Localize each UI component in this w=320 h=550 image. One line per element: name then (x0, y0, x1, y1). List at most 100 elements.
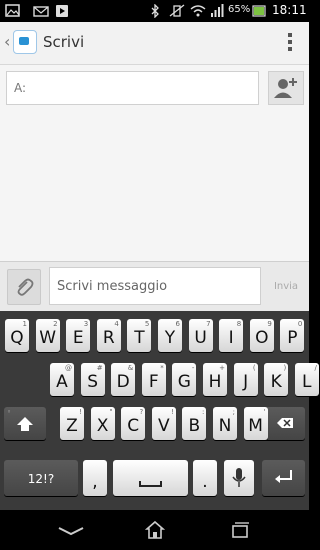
key-alt-label: 4 (114, 320, 119, 328)
key-alt-label: 9 (267, 320, 272, 328)
key-label: Y (164, 328, 176, 348)
period-key[interactable]: . (193, 460, 217, 496)
key-label: D (116, 372, 130, 392)
key-alt-label: ? (139, 408, 144, 416)
key-label: A (56, 372, 68, 392)
key-label: K (270, 372, 282, 392)
backspace-icon (277, 418, 293, 428)
backspace-key[interactable] (263, 407, 305, 440)
key-i[interactable]: 8I (219, 319, 244, 352)
space-key[interactable] (113, 460, 188, 496)
key-b[interactable]: :B (182, 407, 207, 440)
key-label: O (255, 328, 269, 348)
message-area: A: (0, 65, 309, 261)
attach-button[interactable] (7, 269, 41, 305)
key-x[interactable]: " X (90, 407, 115, 440)
back-icon[interactable] (57, 526, 85, 536)
messaging-app-icon[interactable] (13, 30, 37, 54)
symbols-key[interactable]: 12!? (4, 460, 78, 496)
microphone-key[interactable] (224, 460, 254, 496)
key-alt-label: 5 (144, 320, 150, 328)
key-alt-label: ( (252, 364, 256, 372)
key-label: C (127, 416, 140, 436)
add-contact-button[interactable] (268, 71, 304, 105)
key-o[interactable]: 9O (249, 319, 274, 352)
battery-percent: 65% (228, 4, 251, 15)
key-j[interactable]: (J (233, 363, 258, 396)
key-y[interactable]: 6Y (158, 319, 182, 352)
signal-icon (211, 4, 224, 17)
wifi-icon (190, 5, 206, 17)
key-c[interactable]: ? C (121, 407, 146, 440)
key-a[interactable]: @ A (50, 363, 74, 396)
key-label: Q (10, 328, 24, 348)
key-v[interactable]: ! V (151, 407, 176, 440)
key-alt-label: 3 (83, 320, 89, 328)
play-store-icon (56, 5, 68, 17)
key-label: W (39, 328, 56, 348)
key-label: P (287, 328, 298, 348)
comma-key[interactable]: , (83, 460, 107, 496)
key-label: I (228, 328, 234, 348)
key-alt-label: 1 (22, 320, 27, 328)
enter-key[interactable] (262, 460, 305, 496)
key-alt-label: - (191, 364, 195, 372)
key-alt-label: ) (283, 364, 287, 372)
key-k[interactable]: ) K (264, 363, 289, 396)
key-z[interactable]: ! Z (60, 407, 84, 440)
key-alt-label: ! (170, 408, 174, 416)
key-f[interactable]: * F (141, 363, 166, 396)
key-t[interactable]: 5T (127, 319, 152, 352)
key-q[interactable]: 1Q (5, 319, 29, 352)
add-contact-icon (274, 78, 297, 98)
enter-icon (275, 470, 292, 483)
key-label: M (248, 416, 263, 436)
key-r[interactable]: 4R (96, 319, 121, 352)
key-alt-label: * (160, 364, 164, 372)
app-bar: ‹ Scrivi (0, 22, 309, 65)
key-m[interactable]: ' M (243, 407, 268, 440)
key-alt-label: : (202, 408, 205, 416)
key-alt-label: ! (79, 408, 82, 416)
key-alt-label: 7 (206, 320, 211, 328)
key-label: J (243, 372, 249, 392)
key-label: E (72, 328, 84, 348)
key-p[interactable]: 0P (280, 319, 305, 352)
key-h[interactable]: + H (203, 363, 227, 396)
microphone-icon (232, 468, 246, 487)
key-label: G (177, 372, 191, 392)
key-label: N (218, 416, 232, 436)
overflow-menu-icon[interactable] (288, 33, 292, 54)
send-button[interactable]: Invia (268, 269, 304, 305)
key-label: V (157, 416, 170, 436)
key-label: H (208, 372, 222, 392)
key-alt-label: & (127, 364, 134, 372)
key-label: B (188, 416, 201, 436)
recipient-placeholder: A: (14, 81, 27, 95)
key-l[interactable]: / L (294, 363, 319, 396)
bluetooth-icon (151, 4, 159, 18)
key-w[interactable]: 2W (35, 319, 60, 352)
home-icon[interactable] (145, 520, 165, 540)
key-e[interactable]: 3E (66, 319, 91, 352)
key-n[interactable]: ; N (213, 407, 237, 440)
key-d[interactable]: & D (111, 363, 136, 396)
recent-apps-icon[interactable] (230, 521, 250, 539)
message-input[interactable]: Scrivi messaggio (49, 267, 261, 305)
key-g[interactable]: -G (172, 363, 197, 396)
battery-icon (252, 5, 266, 17)
page-title: Scrivi (43, 33, 85, 51)
key-label: F (148, 372, 159, 392)
key-u[interactable]: 7U (188, 319, 213, 352)
up-chevron-icon[interactable]: ‹ (4, 32, 10, 51)
space-bar-icon (139, 481, 162, 487)
clock: 18:11 (272, 3, 307, 17)
key-alt-label: 8 (236, 320, 242, 328)
navigation-bar (0, 510, 309, 550)
shift-key[interactable]: ◦ (4, 407, 46, 440)
key-s[interactable]: # S (80, 363, 105, 396)
key-label: L (302, 372, 312, 392)
recipient-field[interactable]: A: (6, 71, 259, 105)
image-icon (5, 4, 20, 17)
status-bar: 65% 18:11 (0, 0, 309, 22)
